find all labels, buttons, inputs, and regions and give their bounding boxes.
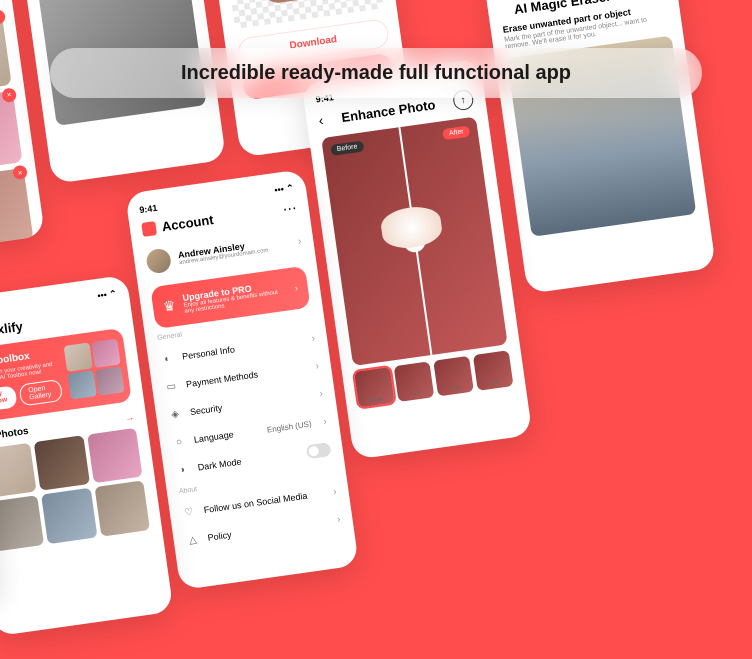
moon-icon: ◗ [175,462,191,478]
gallery-thumb[interactable] [87,428,143,484]
avatar [145,247,172,274]
variant-thumb[interactable]: V2 [394,361,435,402]
remove-icon[interactable]: × [0,9,6,25]
chevron-right-icon: › [323,416,328,427]
status-time: 9:41 [139,202,158,214]
eraser-screen: 9:41 AI Magic Eraser Photo Erase unwante… [483,0,716,294]
enhance-compare-screen: 9:41 ‹ Enhance Photo ↑ Before After ⇄ Ba… [301,58,532,459]
shield-icon: ◈ [167,406,183,422]
enhance-button[interactable]: Enhance [0,250,39,260]
card-icon: ▭ [163,379,179,395]
status-icons [97,288,118,302]
chevron-right-icon: › [297,236,302,247]
chevron-right-icon: › [311,333,316,344]
chevron-right-icon: › [332,486,337,497]
arrow-right-icon[interactable]: → [124,412,134,423]
back-icon[interactable]: ‹ [318,112,325,128]
headline-banner: Incredible ready-made full functional ap… [50,48,702,98]
screen-title: Enhance Photo [340,97,436,125]
chevron-right-icon: › [336,514,341,525]
darkmode-toggle[interactable] [306,442,332,459]
variant-thumb[interactable]: V4 [473,350,514,391]
heart-icon: ♡ [181,504,197,520]
headline-text: Incredible ready-made full functional ap… [181,62,571,85]
face-highlight [379,203,444,251]
photo-thumb[interactable]: × [0,168,34,250]
open-gallery-button[interactable]: Open Gallery [18,379,63,407]
try-now-button[interactable]: Try Now [0,385,18,411]
before-pill: Before [330,140,364,155]
photo-thumb[interactable]: × [0,12,12,94]
variant-thumb[interactable]: V3 [433,356,474,397]
photo-thumb[interactable]: × [0,90,23,172]
more-icon[interactable]: ⋯ [282,199,298,218]
variant-thumb[interactable]: Base [354,367,395,408]
subject-silhouette [247,0,352,5]
chevron-right-icon: › [315,360,320,371]
remove-icon[interactable]: × [12,165,28,181]
gallery-thumb[interactable] [34,435,90,491]
globe-icon: ○ [171,434,187,450]
remove-icon[interactable]: × [1,87,17,103]
user-icon: ◐ [159,351,175,367]
all-photos-heading: All Photos [0,426,29,444]
lock-icon: △ [185,532,201,548]
language-value: English (US) [266,419,312,434]
after-pill: After [442,126,470,141]
app-logo [141,221,157,237]
toolbox-card[interactable]: AI Toolbox Unleash your creativity and t… [0,328,132,423]
compare-preview[interactable]: Before After ⇄ [321,117,507,366]
chevron-right-icon: › [319,388,324,399]
gallery-thumb[interactable] [0,496,44,552]
gallery-thumb[interactable] [41,488,97,544]
status-icons [274,183,295,197]
gallery-thumb[interactable] [94,481,150,537]
gallery-thumb[interactable] [0,443,37,499]
crown-icon: ♛ [162,297,177,316]
chevron-right-icon: › [294,283,298,293]
